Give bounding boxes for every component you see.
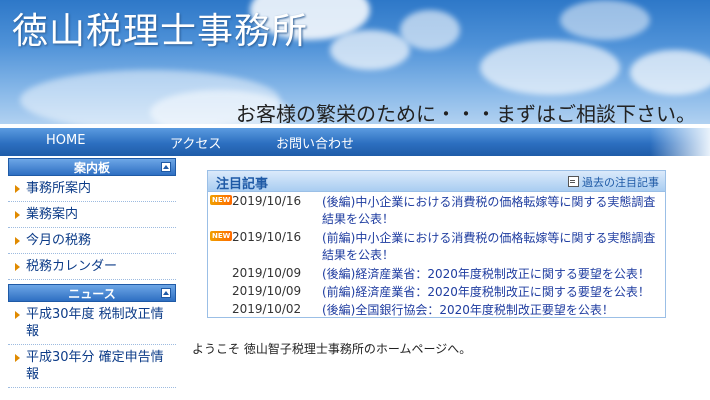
collapse-icon[interactable] [161,288,171,298]
new-badge: NEW [210,195,233,205]
article-date: 2019/10/02 [232,302,302,316]
cloud-decoration [480,40,620,95]
sidebar-item-label: 平成30年分 確定申告情報 [26,350,164,382]
collapse-icon[interactable] [161,162,171,172]
sidebar-item-label: 税務カレンダー [26,259,118,274]
arrow-right-icon [15,263,20,271]
article-link[interactable]: (前編)中小企業における消費税の価格転嫁等に関する実態調査結果を公表！ [322,230,660,264]
article-row: 2019/10/09 (後編)経済産業省：2020年度税制改正に関する要望を公表… [208,264,665,282]
article-link[interactable]: (後編)全国銀行協会：2020年度税制改正要望を公表！ [322,302,660,319]
article-link[interactable]: (前編)経済産業省：2020年度税制改正に関する要望を公表！ [322,284,660,301]
sidebar-item-office-info[interactable]: 事務所案内 [8,176,176,202]
cloud-decoration [630,50,710,95]
arrow-right-icon [15,311,20,319]
archive-link[interactable]: 過去の注目記事 [568,174,659,190]
sidebar-item-label: 平成30年度 税制改正情報 [26,307,164,339]
new-badge: NEW [210,231,233,241]
nav-swoosh-decoration [650,128,710,156]
article-row: 2019/10/02 (後編)全国銀行協会：2020年度税制改正要望を公表！ [208,300,665,318]
article-date: 2019/10/09 [232,266,302,280]
nav-item-contact[interactable]: お問い合わせ [276,133,354,152]
site-title[interactable]: 徳山税理士事務所 [12,2,308,54]
article-row: NEW 2019/10/16 (後編)中小企業における消費税の価格転嫁等に関する… [208,192,665,228]
article-date: 2019/10/16 [232,194,302,208]
archive-link-label: 過去の注目記事 [582,176,659,189]
sidebar-section-header-guide: 案内板 [8,158,176,176]
page: 徳山税理士事務所 お客様の繁栄のために・・・まずはご相談下さい。 HOME アク… [0,0,710,400]
sidebar-item-label: 事務所案内 [26,181,92,196]
sidebar-item-label: 業務案内 [26,207,79,222]
welcome-message: ようこそ 徳山智子税理士事務所のホームページへ。 [192,342,472,356]
sidebar: 案内板 事務所案内 業務案内 今月の税務 税務カレンダー ニュース 平成30年度… [8,158,176,400]
sidebar-item-tax-reform[interactable]: 平成30年度 税制改正情報 [8,302,176,345]
arrow-right-icon [15,185,20,193]
cloud-decoration [400,10,460,50]
article-row: NEW 2019/10/16 (前編)中小企業における消費税の価格転嫁等に関する… [208,228,665,264]
article-link[interactable]: (後編)経済産業省：2020年度税制改正に関する要望を公表！ [322,266,660,283]
main-nav: HOME アクセス お問い合わせ [0,128,710,156]
sidebar-section-title: 案内板 [73,161,110,175]
sidebar-item-monthly-tax[interactable]: 今月の税務 [8,228,176,254]
header-banner: 徳山税理士事務所 お客様の繁栄のために・・・まずはご相談下さい。 [0,0,710,128]
arrow-right-icon [15,211,20,219]
document-icon [568,176,579,187]
featured-header: 注目記事 過去の注目記事 [208,171,665,192]
sidebar-section-title: ニュース [68,287,116,301]
article-link[interactable]: (後編)中小企業における消費税の価格転嫁等に関する実態調査結果を公表！ [322,194,660,228]
sidebar-list-guide: 事務所案内 業務案内 今月の税務 税務カレンダー [8,176,176,280]
sidebar-list-news: 平成30年度 税制改正情報 平成30年分 確定申告情報 [8,302,176,388]
sidebar-item-services[interactable]: 業務案内 [8,202,176,228]
sidebar-item-tax-return[interactable]: 平成30年分 確定申告情報 [8,345,176,388]
sidebar-item-tax-calendar[interactable]: 税務カレンダー [8,254,176,280]
article-date: 2019/10/09 [232,284,302,298]
featured-articles-box: 注目記事 過去の注目記事 NEW 2019/10/16 (後編)中小企業における… [207,170,666,318]
arrow-right-icon [15,237,20,245]
article-date: 2019/10/16 [232,230,302,244]
arrow-right-icon [15,354,20,362]
cloud-decoration [560,0,650,40]
tagline: お客様の繁栄のために・・・まずはご相談下さい。 [236,102,696,126]
cloud-decoration [330,30,410,70]
featured-title: 注目記事 [216,177,269,192]
article-row: 2019/10/09 (前編)経済産業省：2020年度税制改正に関する要望を公表… [208,282,665,300]
sidebar-item-label: 今月の税務 [26,233,92,248]
nav-item-home[interactable]: HOME [46,133,85,148]
sidebar-section-header-news: ニュース [8,284,176,302]
nav-item-access[interactable]: アクセス [170,133,221,152]
